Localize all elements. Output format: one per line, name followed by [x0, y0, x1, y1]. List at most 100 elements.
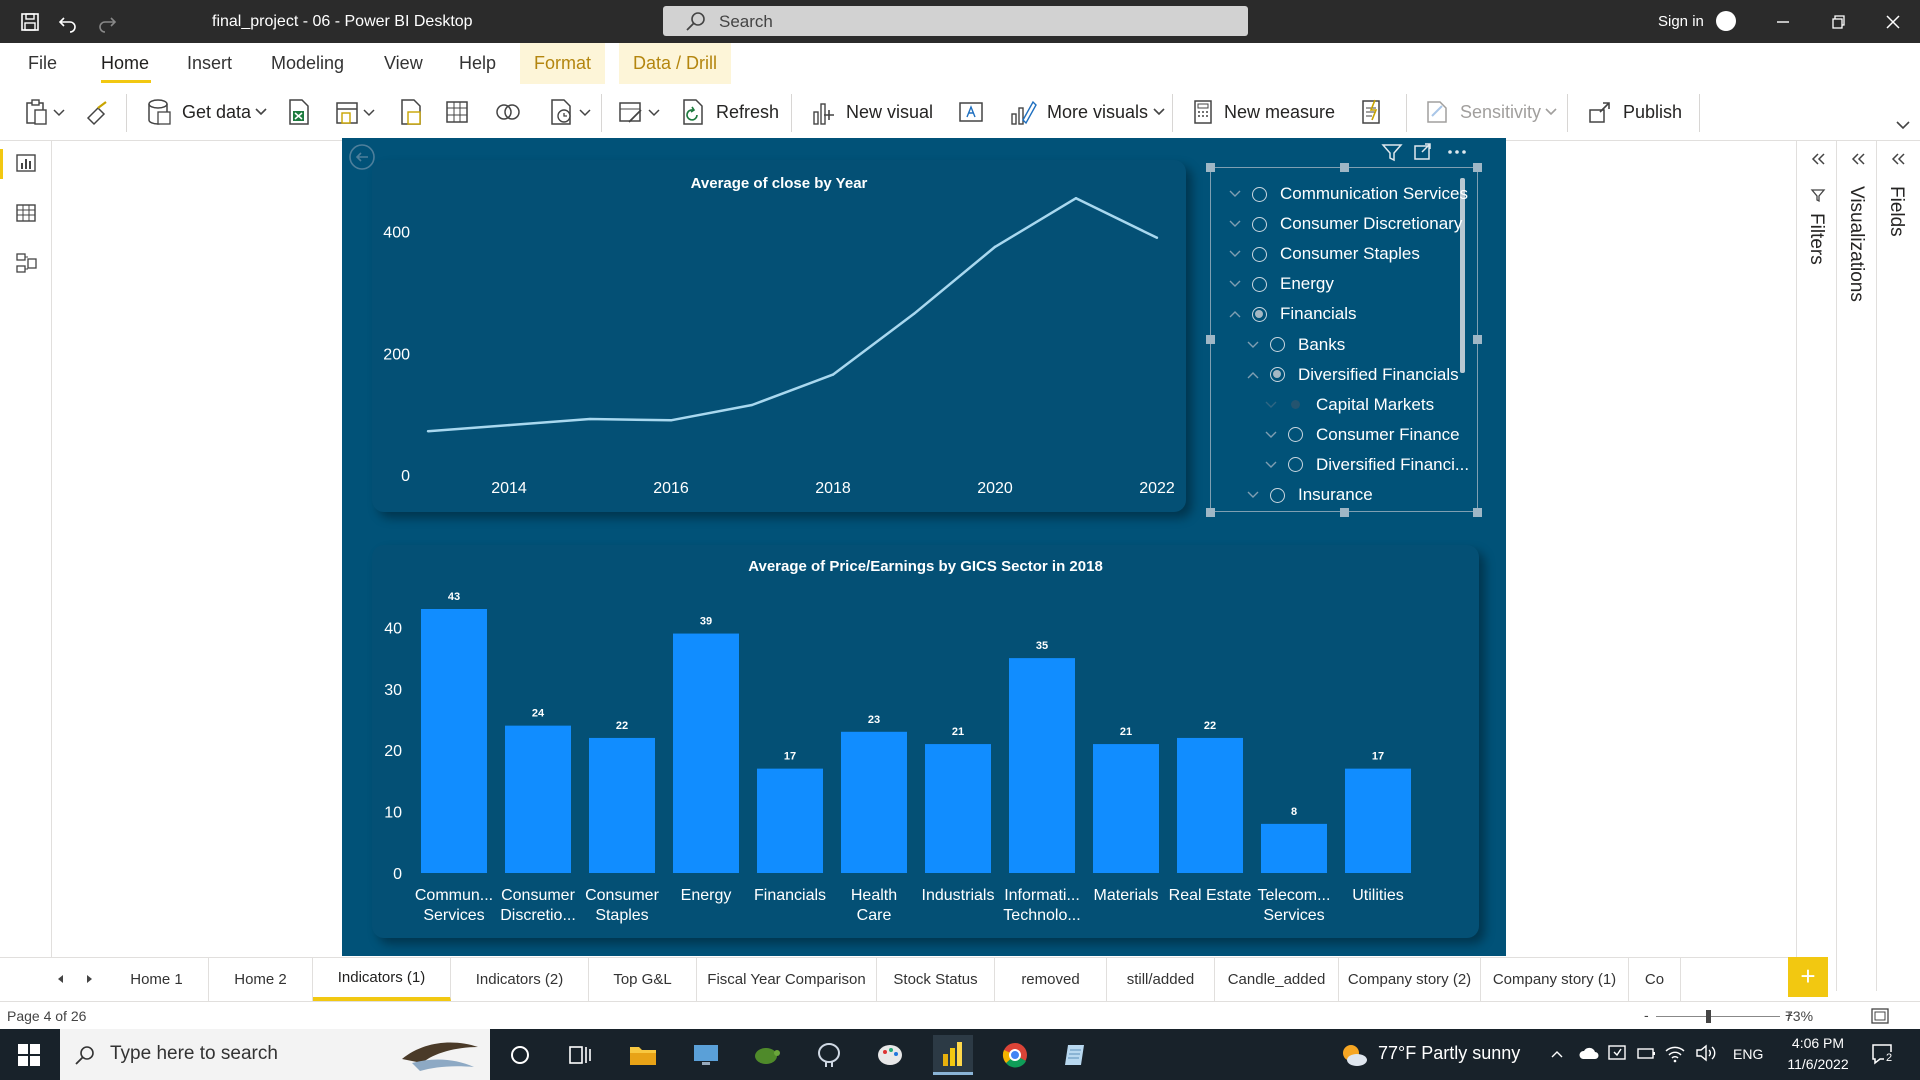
chevron-up-icon[interactable]: [1246, 368, 1260, 382]
chevron-down-icon[interactable]: [1228, 247, 1242, 261]
bar[interactable]: [673, 633, 739, 873]
resize-handle[interactable]: [1206, 335, 1215, 344]
chevron-down-icon[interactable]: [1228, 217, 1242, 231]
chevron-down-icon[interactable]: [1228, 277, 1242, 291]
radio-button[interactable]: [1252, 216, 1267, 232]
page-tab[interactable]: Home 2: [209, 958, 313, 1001]
partial-radio[interactable]: [1270, 367, 1285, 383]
menu-format[interactable]: Format: [520, 43, 606, 84]
chevron-down-icon[interactable]: [1246, 338, 1260, 352]
slicer-item[interactable]: Communication Services: [1228, 180, 1468, 208]
series-line[interactable]: [427, 196, 1158, 433]
slicer-item[interactable]: Banks: [1246, 331, 1345, 359]
radio-button[interactable]: [1288, 427, 1303, 443]
sql-button[interactable]: [398, 96, 424, 128]
zoom-out-button[interactable]: -: [1644, 1007, 1649, 1023]
notepad-app[interactable]: [1056, 1035, 1096, 1075]
menu-insert[interactable]: Insert: [187, 53, 232, 74]
bar[interactable]: [1345, 768, 1411, 873]
quick-measure-button[interactable]: [1358, 96, 1384, 128]
radio-button[interactable]: [1252, 246, 1267, 262]
chrome-app[interactable]: [995, 1035, 1035, 1075]
windows-start-icon[interactable]: [18, 1044, 40, 1066]
excel-button[interactable]: [286, 96, 312, 128]
report-view-icon[interactable]: [14, 151, 38, 175]
resize-handle[interactable]: [1206, 508, 1215, 517]
add-page-button[interactable]: +: [1788, 957, 1828, 997]
clock-time[interactable]: 4:06 PM: [1784, 1035, 1852, 1051]
slicer-item[interactable]: Energy: [1228, 270, 1334, 298]
bar[interactable]: [505, 725, 571, 873]
battery-icon[interactable]: [1636, 1045, 1658, 1061]
data-point[interactable]: [912, 312, 916, 315]
bar[interactable]: [1093, 744, 1159, 873]
zoom-slider-thumb[interactable]: [1705, 1010, 1711, 1023]
slicer-item[interactable]: Diversified Financials: [1246, 361, 1459, 389]
chevron-up-icon[interactable]: [1550, 1048, 1564, 1060]
postgres-app[interactable]: [809, 1035, 849, 1075]
data-point[interactable]: [588, 417, 592, 421]
new-measure-button[interactable]: New measure: [1192, 96, 1335, 128]
menu-help[interactable]: Help: [459, 53, 496, 74]
model-view-icon[interactable]: [14, 251, 38, 275]
data-point[interactable]: [993, 245, 997, 249]
wifi-icon[interactable]: [1664, 1043, 1686, 1063]
bar[interactable]: [1261, 823, 1327, 873]
page-tab[interactable]: Top G&L: [589, 958, 697, 1001]
radio-button[interactable]: [1252, 186, 1267, 202]
data-point[interactable]: [1155, 236, 1159, 239]
bar[interactable]: [1177, 737, 1243, 873]
page-tab[interactable]: Stock Status: [877, 958, 995, 1001]
scroll-right-icon[interactable]: [82, 972, 96, 986]
focus-mode-icon[interactable]: [1414, 143, 1431, 160]
more-visuals-button[interactable]: More visuals: [1009, 96, 1170, 128]
data-point[interactable]: [426, 430, 430, 433]
undo-icon[interactable]: [56, 10, 80, 34]
resize-handle[interactable]: [1340, 508, 1349, 517]
slicer-item[interactable]: Consumer Staples: [1228, 240, 1420, 268]
selected-radio[interactable]: [1288, 397, 1303, 412]
slicer-item[interactable]: Consumer Discretionary: [1228, 210, 1462, 238]
power-bi-app[interactable]: [933, 1035, 973, 1075]
radio-button[interactable]: [1252, 276, 1267, 292]
task-view-app[interactable]: [560, 1035, 600, 1075]
resize-handle[interactable]: [1206, 163, 1215, 172]
page-tab[interactable]: Home 1: [105, 958, 209, 1001]
page-tab[interactable]: Candle_added: [1215, 958, 1339, 1001]
ribbon-collapse-icon[interactable]: [1894, 118, 1912, 132]
resize-handle[interactable]: [1340, 163, 1349, 172]
data-point[interactable]: [669, 419, 673, 422]
new-visual-button[interactable]: New visual: [810, 96, 933, 128]
page-tab[interactable]: still/added: [1107, 958, 1215, 1001]
menu-view[interactable]: View: [384, 53, 423, 74]
text-box-button[interactable]: [957, 96, 985, 128]
page-tab[interactable]: Fiscal Year Comparison: [697, 958, 877, 1001]
turtle-app[interactable]: [746, 1035, 786, 1075]
menu-modeling[interactable]: Modeling: [271, 53, 344, 74]
task-view-button[interactable]: [500, 1035, 540, 1075]
bar-chart-visual[interactable]: Average of Price/Earnings by GICS Sector…: [372, 545, 1479, 938]
close-icon[interactable]: [1880, 10, 1906, 34]
radio-button[interactable]: [1288, 457, 1303, 473]
notification-center-button[interactable]: 2: [1870, 1042, 1896, 1066]
resize-handle[interactable]: [1473, 508, 1482, 517]
publish-button[interactable]: Publish: [1587, 96, 1682, 128]
device-icon[interactable]: [1606, 1043, 1628, 1063]
resize-handle[interactable]: [1473, 163, 1482, 172]
data-point[interactable]: [750, 403, 754, 407]
format-painter-button[interactable]: [84, 96, 112, 128]
data-view-icon[interactable]: [14, 201, 38, 225]
minimize-icon[interactable]: [1770, 10, 1796, 34]
slicer-item[interactable]: Financials: [1228, 300, 1357, 328]
data-point[interactable]: [507, 423, 511, 427]
sensitivity-button[interactable]: Sensitivity: [1424, 96, 1561, 128]
slicer-item[interactable]: Diversified Financi...: [1264, 451, 1469, 479]
expand-pane-icon[interactable]: [1849, 151, 1867, 167]
menu-data-drill[interactable]: Data / Drill: [619, 43, 732, 84]
get-data-button[interactable]: Get data: [146, 96, 271, 128]
enter-data-button[interactable]: [444, 96, 470, 128]
sign-in-link[interactable]: Sign in: [1658, 13, 1704, 30]
expand-pane-icon[interactable]: [1889, 151, 1907, 167]
page-tab[interactable]: Company story (2): [1339, 958, 1481, 1001]
page-tab[interactable]: Company story (1): [1481, 958, 1629, 1001]
